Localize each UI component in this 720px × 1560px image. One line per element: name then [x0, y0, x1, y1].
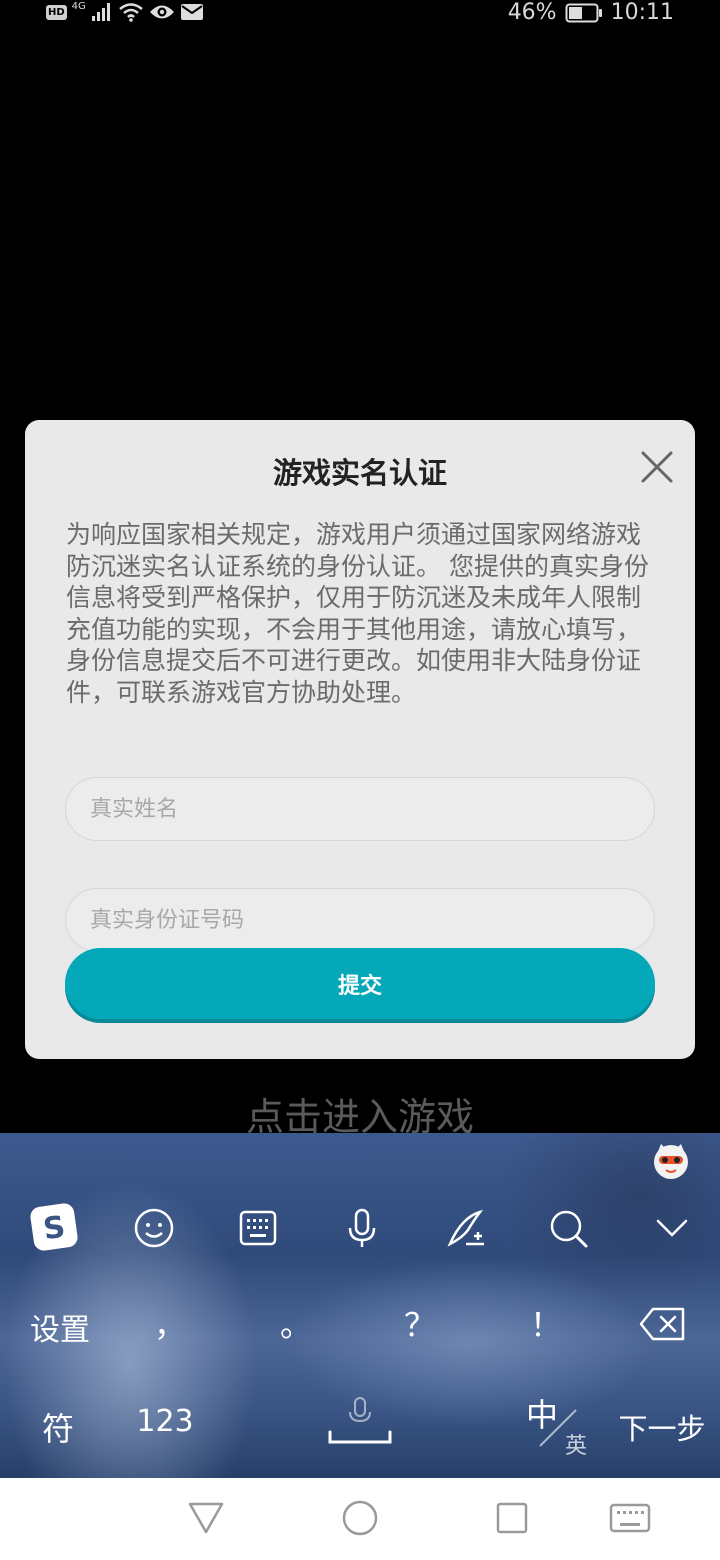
mail-icon — [180, 4, 203, 20]
search-icon[interactable] — [544, 1204, 592, 1252]
eye-icon — [149, 5, 174, 19]
question-key[interactable]: ？ — [400, 1300, 440, 1346]
handwriting-icon[interactable] — [442, 1204, 490, 1252]
back-icon[interactable] — [186, 1498, 226, 1538]
backspace-icon — [639, 1307, 685, 1341]
signal-icon — [91, 3, 110, 21]
clock: 10:11 — [610, 0, 674, 25]
sogou-logo-icon[interactable]: S — [27, 1200, 81, 1254]
space-key[interactable] — [326, 1392, 394, 1452]
comma-key[interactable]: ， — [150, 1300, 190, 1346]
real-name-input[interactable] — [65, 777, 655, 841]
keyboard-icon[interactable] — [608, 1498, 652, 1538]
recents-icon[interactable] — [492, 1498, 532, 1538]
id-number-input[interactable] — [65, 888, 655, 952]
numbers-key[interactable]: 123 — [130, 1404, 200, 1439]
next-step-key[interactable]: 下一步 — [612, 1406, 712, 1448]
close-button[interactable] — [638, 448, 676, 486]
network-type: 4G — [71, 0, 86, 12]
status-right: 46% 10:11 — [508, 0, 674, 25]
battery-percent: 46% — [507, 0, 557, 25]
lang-english-key[interactable]: 英 — [562, 1428, 590, 1460]
status-bar: HD 4G 46% 10:11 — [0, 0, 720, 28]
exclaim-key[interactable]: ！ — [526, 1300, 566, 1346]
symbols-key[interactable]: 符 — [30, 1404, 86, 1450]
home-icon[interactable] — [340, 1498, 380, 1538]
collapse-icon[interactable] — [648, 1204, 696, 1252]
dialog-description: 为响应国家相关规定，游戏用户须通过国家网络游戏防沉迷实名认证系统的身份认证。 您… — [66, 520, 649, 707]
keyboard-switch-icon[interactable] — [234, 1204, 282, 1252]
status-left: HD 4G — [46, 0, 204, 22]
hd-badge: HD — [46, 4, 67, 20]
submit-button[interactable]: 提交 — [65, 948, 655, 1019]
emoji-icon[interactable] — [130, 1204, 178, 1252]
space-mic-icon — [328, 1397, 392, 1444]
dialog-title: 游戏实名认证 — [272, 456, 447, 490]
backspace-key[interactable] — [638, 1306, 688, 1346]
microphone-icon[interactable] — [338, 1204, 386, 1252]
battery-icon — [565, 3, 602, 22]
mascot-icon[interactable] — [651, 1140, 691, 1180]
close-icon — [641, 451, 673, 483]
wifi-icon — [119, 3, 143, 22]
period-key[interactable]: 。 — [276, 1300, 316, 1346]
settings-key[interactable]: 设置 — [20, 1305, 100, 1349]
